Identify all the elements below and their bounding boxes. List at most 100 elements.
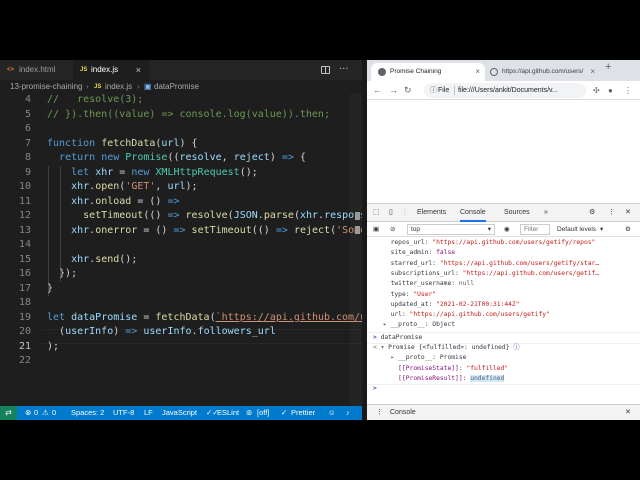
avatar[interactable]: ●	[608, 81, 613, 100]
html-file-icon: <>	[7, 67, 15, 73]
indentation-setting[interactable]: Spaces: 2	[71, 406, 104, 420]
line-number: 14	[18, 239, 31, 250]
clear-console-icon[interactable]: ⊘	[390, 222, 395, 237]
back-arrow-icon[interactable]: ←	[373, 81, 382, 100]
drawer-tab-console[interactable]: Console	[390, 405, 416, 420]
console-token: __proto__: Promise	[398, 354, 467, 362]
line-number: 19	[18, 311, 31, 323]
console-output[interactable]: repos_url: "https://api.github.com/users…	[367, 238, 640, 404]
account-icon[interactable]: ☺	[328, 406, 336, 420]
address-url: file:///Users/ankit/Documents/v...	[458, 87, 558, 94]
breadcrumb-file[interactable]: index.js	[105, 80, 132, 94]
drawer-menu-icon[interactable]: ⋮	[376, 405, 383, 420]
code-token: ();	[239, 166, 258, 178]
code-token: XMLHttpRequest	[155, 166, 240, 178]
line-number: 22	[18, 355, 31, 366]
console-token: Promise {<fulfilled>: undefined}	[388, 344, 514, 351]
line-number: 20	[18, 326, 31, 337]
code-token: userInfo	[65, 326, 114, 337]
code-text: xhr.open('GET', url);	[47, 180, 197, 195]
live-server-status[interactable]: [off]	[257, 406, 269, 420]
code-token: )	[269, 152, 282, 163]
forward-arrow-icon[interactable]: →	[389, 81, 398, 100]
eol-setting[interactable]: LF	[144, 406, 153, 420]
new-tab-plus-icon[interactable]: +	[605, 61, 611, 73]
prettier-status[interactable]: Prettier	[291, 406, 315, 420]
language-mode[interactable]: JavaScript	[162, 406, 197, 420]
split-editor-icon[interactable]	[321, 66, 330, 74]
warning-count[interactable]: 0	[52, 406, 56, 420]
info-icon[interactable]: ⓘ	[430, 83, 437, 98]
gear-icon[interactable]: ⚙	[625, 222, 631, 237]
devtools-tab-sources[interactable]: Sources	[504, 204, 530, 222]
context-select[interactable]: top ▾	[407, 224, 495, 235]
gear-icon[interactable]: ⚙	[589, 204, 595, 222]
tab-index-html[interactable]: <> index.html	[0, 60, 74, 80]
code-token: setTimeout	[83, 210, 144, 221]
extension-puzzle-icon[interactable]: ✣	[593, 81, 600, 100]
breadcrumb-symbol[interactable]: dataPromise	[154, 80, 199, 94]
sidebar-toggle-icon[interactable]: ▣	[373, 222, 379, 237]
code-token: // }).then((value) => console.log(value)…	[47, 108, 330, 120]
log-levels-select[interactable]: Default levels	[557, 222, 596, 237]
menu-kebab-icon[interactable]: ⋮	[624, 81, 632, 100]
error-count[interactable]: 0	[34, 406, 38, 420]
code-line: 18	[0, 296, 362, 311]
line-number: 10	[18, 181, 31, 192]
browser-tab-github-api[interactable]: https://api.github.com/users/ ×	[486, 63, 600, 81]
code-token: ();	[119, 253, 138, 265]
console-token: "https://api.github.com/users/getify"	[409, 311, 550, 319]
code-line: 10 xhr.open('GET', url);	[0, 180, 362, 195]
console-token: twitter_username:	[383, 280, 459, 288]
js-file-icon: JS	[94, 84, 102, 90]
code-token: ((	[167, 152, 180, 163]
tab-label: index.html	[19, 65, 56, 74]
code-token: resolve	[185, 210, 228, 221]
close-icon[interactable]: ×	[590, 63, 595, 81]
code-token: function	[47, 137, 102, 149]
close-icon[interactable]: ×	[475, 63, 480, 81]
code-line: 7 function fetchData(url) {	[0, 137, 362, 152]
menu-kebab-icon[interactable]: ⋮	[608, 204, 615, 222]
code-area[interactable]: 4 // resolve(3); 5 // }).then((value) => co…	[0, 94, 362, 406]
tab-index-js[interactable]: JS index.js ×	[74, 60, 150, 80]
devtools-tab-console[interactable]: Console	[460, 204, 486, 222]
line-number: 9	[24, 166, 31, 178]
browser-tab-promise-chaining[interactable]: Promise Chaining ×	[371, 63, 485, 81]
bell-icon[interactable]: ♪	[346, 406, 350, 420]
error-icon[interactable]: ⊗	[25, 406, 31, 420]
device-toggle-icon[interactable]: ▯	[389, 204, 393, 222]
code-text: return new Promise((resolve, reject) => …	[47, 151, 306, 166]
eye-icon[interactable]: ◉	[504, 222, 510, 237]
remote-icon[interactable]: ⇄	[0, 406, 17, 420]
warning-icon[interactable]: ⚠	[42, 406, 49, 420]
code-token: (()	[143, 210, 168, 221]
console-token: dataPromise	[380, 333, 423, 341]
breadcrumb-folder[interactable]: 13-promise-chaining	[10, 80, 82, 94]
code-text: xhr.onerror = () => setTimeout(() => rej…	[47, 224, 362, 239]
reload-icon[interactable]: ↻	[404, 81, 412, 100]
code-token: fetchData	[155, 311, 210, 323]
close-icon[interactable]: ✕	[625, 405, 631, 420]
more-actions-icon[interactable]: ···	[339, 60, 349, 80]
more-tabs-icon[interactable]: »	[544, 204, 548, 222]
line-number: 12	[18, 210, 31, 221]
devtools-tab-elements[interactable]: Elements	[417, 204, 446, 222]
console-filter-input[interactable]: Filter	[520, 224, 550, 235]
code-text: // resolve(3);	[47, 94, 143, 108]
encoding-setting[interactable]: UTF-8	[113, 406, 134, 420]
close-icon[interactable]: ×	[136, 60, 141, 80]
address-bar[interactable]: ⓘ File file:///Users/ankit/Documents/v..…	[424, 83, 586, 98]
chevron-down-icon: ▾	[600, 226, 604, 233]
editor-scrollbar[interactable]	[350, 94, 362, 406]
code-token: Promise	[125, 152, 168, 163]
eslint-status[interactable]: ESLint	[217, 406, 239, 420]
inspect-icon[interactable]: ⬚	[373, 204, 380, 222]
close-icon[interactable]: ✕	[625, 204, 631, 222]
variable-icon: ▣	[144, 82, 152, 91]
code-token: fetchData	[101, 137, 156, 149]
page-content	[367, 100, 640, 213]
console-line: starred_url: "https://api.github.com/use…	[383, 259, 600, 269]
